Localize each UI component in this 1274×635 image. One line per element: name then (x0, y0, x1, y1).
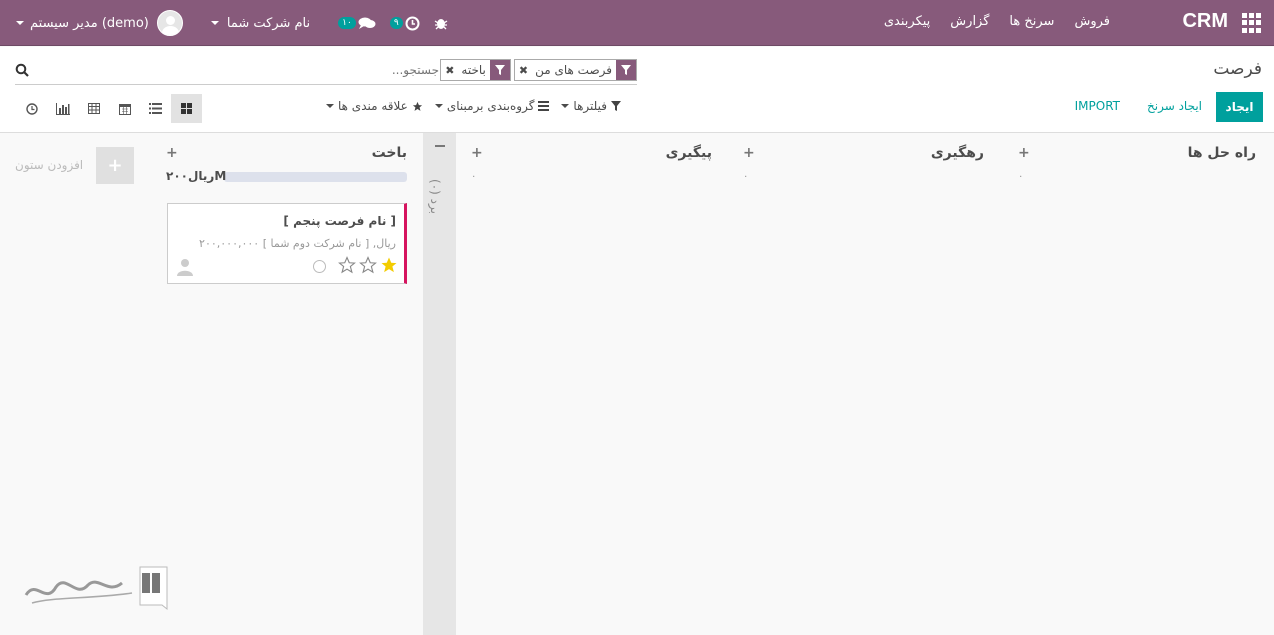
activities-button[interactable]: ۹ (389, 16, 420, 31)
facet-lost[interactable]: باخته ✖ (440, 59, 511, 81)
close-icon[interactable]: ✖ (515, 64, 531, 77)
filters-dropdown[interactable]: فیلترها (561, 99, 621, 113)
column-count: ۰ (743, 171, 749, 182)
fold-icon[interactable] (435, 145, 445, 147)
bug-icon (434, 19, 448, 30)
star-icon[interactable] (359, 256, 377, 274)
quick-create-icon[interactable]: + (471, 145, 483, 161)
activity-view-icon[interactable] (16, 94, 47, 123)
pivot-view-icon[interactable] (78, 94, 109, 123)
column-title[interactable]: باخت (372, 145, 407, 161)
calendar-view-icon[interactable] (109, 94, 140, 123)
watermark-logo (22, 565, 170, 615)
menu-item-configuration[interactable]: پیکربندی (884, 14, 930, 29)
add-column-label: افزودن ستون (15, 158, 84, 172)
activities-badge: ۹ (389, 17, 403, 29)
messages-button[interactable]: ۱۰ (338, 16, 376, 30)
favorites-dropdown[interactable]: علاقه مندی ها (326, 99, 423, 113)
search-bar: فرصت های من ✖ باخته ✖ (15, 59, 637, 85)
search-icon[interactable] (15, 63, 29, 77)
column-count: ۰ (471, 171, 477, 182)
activity-clock-icon[interactable] (313, 260, 326, 273)
filter-icon (616, 60, 636, 80)
list-icon (538, 101, 550, 111)
list-view-icon[interactable] (140, 94, 171, 123)
chevron-down-icon (561, 104, 570, 108)
filter-icon (610, 101, 621, 111)
chevron-down-icon (326, 104, 334, 108)
add-column-icon[interactable]: + (96, 147, 134, 184)
import-button[interactable]: IMPORT (1075, 99, 1120, 113)
kanban-board: راه حل ها + ۰ رهگیری + ۰ پیگیری + ۰ برد … (0, 133, 1274, 635)
column-title[interactable]: پیگیری (666, 145, 712, 161)
debug-button[interactable] (434, 16, 448, 30)
menu-item-sales[interactable]: فروش (1074, 14, 1110, 29)
menu-item-reporting[interactable]: گزارش (950, 14, 989, 29)
star-filled-icon[interactable] (380, 256, 398, 274)
groupby-label: گروه‌بندی برمبنای (446, 99, 535, 113)
close-icon[interactable]: ✖ (441, 64, 457, 77)
star-icon[interactable] (338, 256, 356, 274)
clock-icon (405, 16, 420, 30)
graph-view-icon[interactable] (47, 94, 78, 123)
card-subtitle: ۲۰۰,۰۰۰,۰۰۰ ریال, [ نام شرکت دوم شما ] (199, 237, 396, 250)
kanban-column: راه حل ها + ۰ (1018, 133, 1256, 635)
kanban-column: رهگیری + ۰ (743, 133, 984, 635)
quick-create-icon[interactable]: + (166, 145, 178, 161)
column-progress-bar[interactable] (224, 172, 407, 182)
control-panel: فرصت فرصت های من ✖ باخته ✖ ایجاد ایجاد س… (0, 47, 1274, 133)
create-lead-button[interactable]: ایجاد سرنخ (1147, 99, 1202, 113)
facet-label: فرصت های من (535, 63, 612, 77)
chevron-down-icon (434, 104, 443, 108)
kanban-column: پیگیری + ۰ (471, 133, 712, 635)
card-title: [ نام فرصت پنجم ] (283, 214, 396, 228)
column-title[interactable]: رهگیری (931, 145, 984, 161)
star-icon (412, 101, 422, 111)
facet-label: باخته (461, 63, 486, 77)
avatar (156, 10, 183, 36)
systray: مدیر سیستم (demo) نام شرکت شما ۱۰ ۹ (16, 10, 448, 36)
search-facets: فرصت های من ✖ باخته ✖ (440, 59, 637, 81)
apps-menu-icon[interactable] (1242, 13, 1262, 33)
breadcrumb: فرصت (1213, 59, 1262, 79)
chat-icon (358, 17, 376, 29)
view-switcher (16, 94, 202, 123)
company-switcher[interactable]: نام شرکت شما (210, 15, 311, 31)
filters-label: فیلترها (573, 99, 607, 113)
facet-my-opportunities[interactable]: فرصت های من ✖ (513, 59, 637, 81)
menu-item-leads[interactable]: سرنخ ها (1009, 14, 1054, 29)
company-name: نام شرکت شما (226, 15, 311, 31)
user-avatar-icon (177, 259, 193, 276)
quick-create-icon[interactable]: + (1018, 145, 1030, 161)
column-total-currency: ریال (187, 169, 215, 183)
chevron-down-icon (210, 21, 219, 25)
folded-column-label: برد (۰) (428, 179, 442, 214)
quick-create-icon[interactable]: + (743, 145, 755, 161)
filter-icon (489, 60, 510, 80)
messages-badge: ۱۰ (338, 17, 356, 29)
column-total: ریال۲۰۰M (166, 169, 226, 183)
chevron-down-icon (16, 21, 24, 25)
user-menu[interactable]: مدیر سیستم (demo) (16, 10, 183, 36)
kanban-view-icon[interactable] (171, 94, 202, 123)
app-brand[interactable]: CRM (1182, 10, 1228, 33)
favorites-label: علاقه مندی ها (338, 99, 408, 113)
top-navbar: CRM فروش سرنخ ها گزارش پیکربندی مدیر سیس… (0, 0, 1274, 46)
user-name: مدیر سیستم (demo) (30, 15, 149, 31)
priority-stars[interactable] (338, 256, 398, 274)
groupby-dropdown[interactable]: گروه‌بندی برمبنای (434, 99, 550, 113)
kanban-card[interactable]: [ نام فرصت پنجم ] ۲۰۰,۰۰۰,۰۰۰ ریال, [ نا… (167, 203, 407, 284)
column-count: ۰ (1018, 171, 1024, 182)
search-options: فیلترها گروه‌بندی برمبنای علاقه مندی ها (326, 99, 621, 113)
search-input[interactable] (179, 63, 439, 77)
column-title[interactable]: راه حل ها (1188, 145, 1256, 161)
create-button[interactable]: ایجاد (1216, 92, 1263, 122)
main-menu: فروش سرنخ ها گزارش پیکربندی (884, 14, 1110, 29)
folded-column-won[interactable]: برد (۰) (423, 133, 456, 635)
